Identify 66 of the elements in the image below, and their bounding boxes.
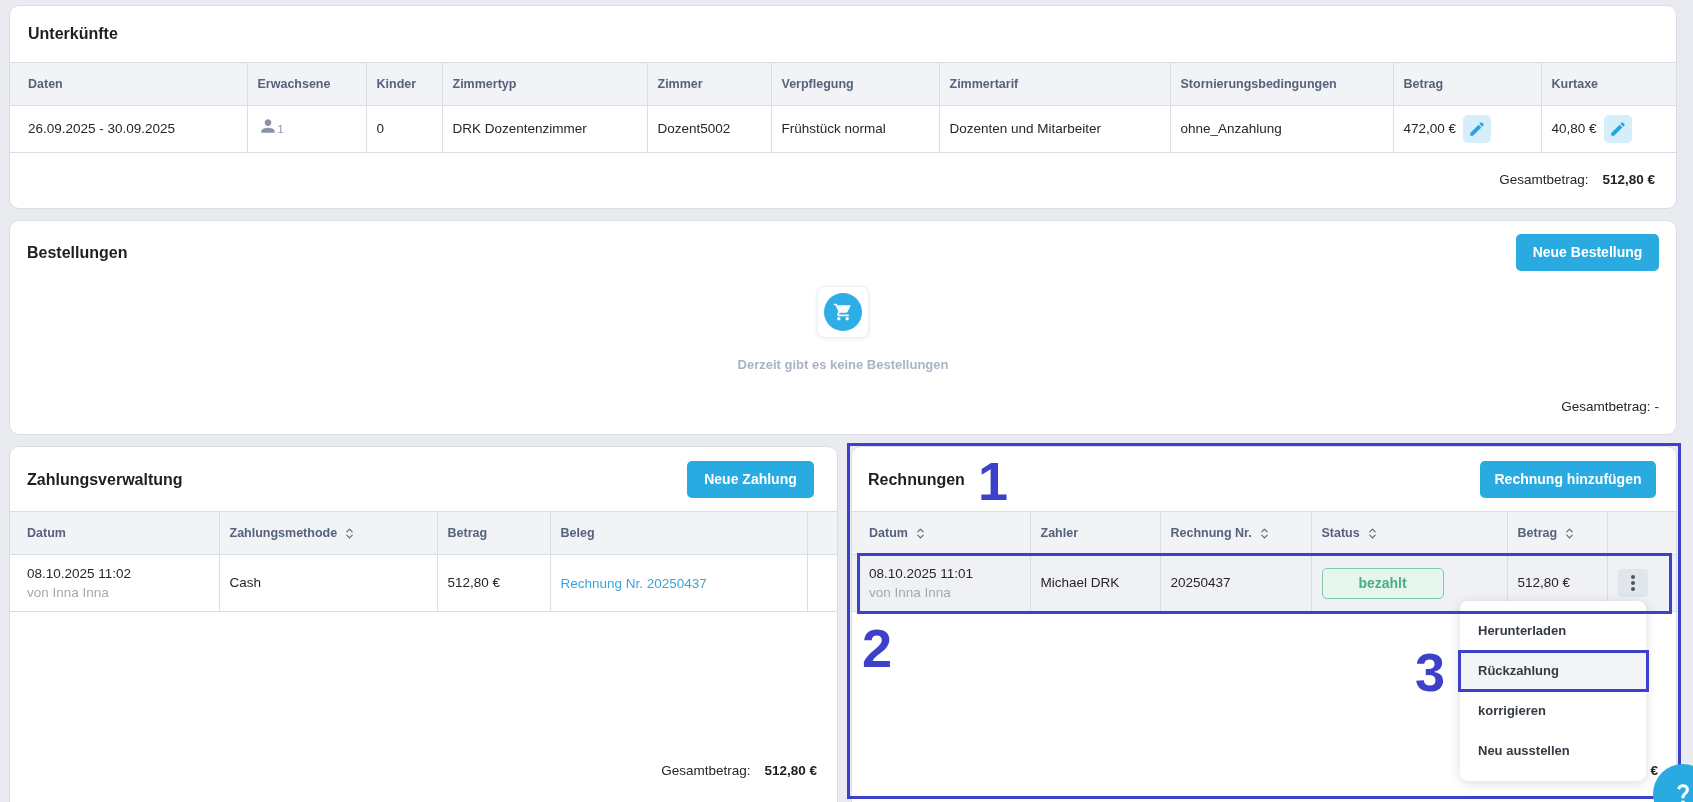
section-title: Bestellungen [27, 242, 128, 263]
edit-button[interactable] [1603, 115, 1632, 143]
annotation-number: 3 [1415, 645, 1446, 699]
more-button[interactable] [1617, 569, 1648, 597]
menu-item[interactable]: Neu ausstellen [1460, 731, 1646, 771]
column-header: Daten [10, 62, 247, 106]
column-header: Kurtaxe [1541, 62, 1676, 106]
author-text: von Inna Inna [869, 584, 952, 602]
column-header: Verpflegung [771, 62, 939, 106]
column-header: Zimmer [647, 62, 771, 106]
table-cell: Cash [219, 554, 437, 612]
total-label: Gesamtbetrag: [661, 762, 751, 780]
table-cell: 26.09.2025 - 30.09.2025 [10, 105, 247, 153]
column-header: Zimmertarif [939, 62, 1170, 106]
column-header[interactable]: Zahlungsmethode [219, 511, 437, 555]
table-cell: 20250437 [1160, 554, 1311, 612]
section-title: Unterkünfte [28, 24, 118, 44]
empty-message: Derzeit gibt es keine Bestellungen [737, 356, 949, 374]
table-row[interactable]: 08.10.2025 11:01 von Inna Inna Michael DRK 20250437 bezahlt 512,80 € [852, 554, 1676, 612]
annotation-number: 2 [862, 621, 893, 675]
receipt-link[interactable]: Rechnung Nr. 20250437 [560, 576, 707, 591]
total-value: 512,80 € [1602, 171, 1655, 190]
column-header: Stornierungsbedingungen [1170, 62, 1393, 106]
section-title: Rechnungen [868, 469, 965, 490]
author-text: von Inna Inna [27, 584, 110, 602]
table-cell: 0 [366, 105, 442, 153]
empty-header-cell [807, 511, 837, 555]
table-cell: Dozent5002 [647, 105, 771, 153]
column-header: Betrag [437, 511, 550, 555]
status-badge: bezahlt [1321, 567, 1444, 599]
amount-text: 472,00 € [1403, 119, 1457, 138]
total-value: € [1650, 762, 1658, 780]
column-header[interactable]: Datum [852, 511, 1030, 555]
column-header: Zahler [1030, 511, 1160, 555]
total-value: 512,80 € [764, 762, 817, 780]
edit-button[interactable] [1463, 115, 1492, 143]
date-text: 08.10.2025 11:01 [869, 565, 975, 583]
table-cell: Dozenten und Mitarbeiter [939, 105, 1170, 153]
column-header[interactable]: Rechnung Nr. [1160, 511, 1311, 555]
date-text: 08.10.2025 11:02 [27, 565, 133, 583]
adult-count: 1 [277, 123, 284, 135]
column-header[interactable]: Betrag [1507, 511, 1607, 555]
table-cell: DRK Dozentenzimmer [442, 105, 647, 153]
menu-item[interactable]: Herunterladen [1460, 611, 1646, 651]
total-label: Gesamtbetrag: [1561, 398, 1651, 416]
menu-item[interactable]: korrigieren [1460, 691, 1646, 731]
table-cell: 512,80 € [437, 554, 550, 612]
column-header: Kinder [366, 62, 442, 106]
table-cell: Frühstück normal [771, 105, 939, 153]
pencil-icon [1468, 120, 1487, 138]
column-header: Zimmertyp [442, 62, 647, 106]
total-label: Gesamtbetrag: [1499, 171, 1589, 190]
column-header[interactable]: Status [1311, 511, 1507, 555]
pencil-icon [1608, 120, 1627, 138]
column-header: Erwachsene [247, 62, 366, 106]
column-header: Betrag [1393, 62, 1541, 106]
amount-text: 40,80 € [1551, 119, 1597, 138]
section-title: Zahlungsverwaltung [27, 469, 183, 490]
column-header: Datum [10, 511, 219, 555]
cart-icon [817, 286, 869, 338]
annotation-number: 1 [978, 454, 1009, 508]
total-value: - [1654, 398, 1659, 416]
table-cell: Michael DRK [1030, 554, 1160, 612]
column-header: Beleg [550, 511, 807, 555]
table-cell: ohne_Anzahlung [1170, 105, 1393, 153]
vertical-dots-icon [1630, 575, 1635, 591]
